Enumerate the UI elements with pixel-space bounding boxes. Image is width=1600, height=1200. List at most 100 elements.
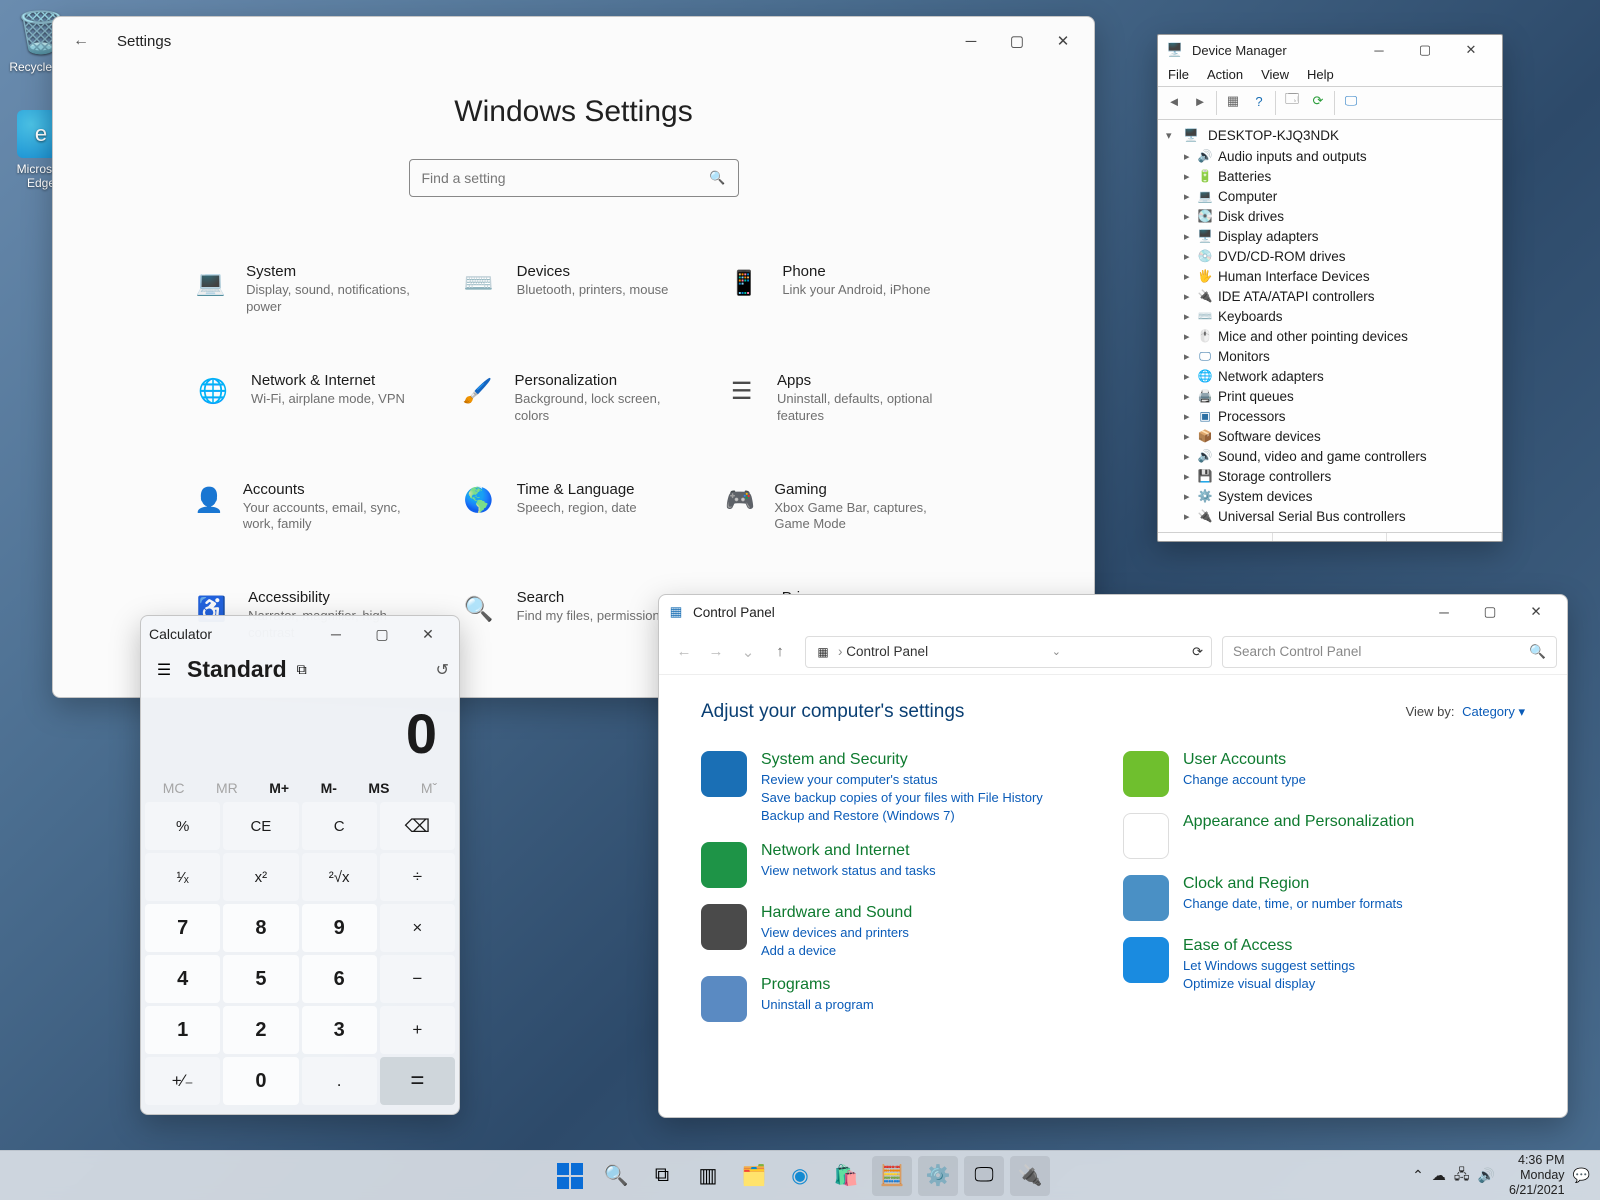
key-0[interactable]: 0 (223, 1057, 298, 1105)
tree-node[interactable]: ▸🖥️Display adapters (1166, 226, 1494, 246)
tray-overflow-button[interactable]: ⌃ (1412, 1167, 1424, 1184)
tree-node[interactable]: ▸🖨️Print queues (1166, 386, 1494, 406)
tree-node[interactable]: ▸⚙️System devices (1166, 486, 1494, 506)
maximize-button[interactable]: ▢ (1402, 34, 1448, 66)
settings-category-accounts[interactable]: 👤AccountsYour accounts, email, sync, wor… (193, 481, 423, 534)
key-×[interactable]: × (380, 904, 455, 952)
tree-node[interactable]: ▸💿DVD/CD-ROM drives (1166, 246, 1494, 266)
close-button[interactable]: ✕ (1513, 596, 1559, 628)
back-button[interactable]: ← (63, 23, 99, 59)
calculator-taskbar-button[interactable]: 🧮 (872, 1156, 912, 1196)
key-6[interactable]: 6 (302, 955, 377, 1003)
cpl-category-title[interactable]: System and Security (761, 751, 1043, 769)
start-button[interactable] (550, 1156, 590, 1196)
maximize-button[interactable]: ▢ (359, 618, 405, 650)
maximize-button[interactable]: ▢ (1467, 596, 1513, 628)
memory-ms[interactable]: MS (368, 780, 389, 796)
key-9[interactable]: 9 (302, 904, 377, 952)
settings-category-gaming[interactable]: 🎮GamingXbox Game Bar, captures, Game Mod… (724, 481, 954, 534)
close-button[interactable]: ✕ (1040, 25, 1086, 57)
nav-up-button[interactable]: ↑ (765, 637, 795, 667)
key-=[interactable]: = (380, 1057, 455, 1105)
tree-node[interactable]: ▸🖱️Mice and other pointing devices (1166, 326, 1494, 346)
search-input[interactable]: Find a setting 🔍 (409, 159, 739, 197)
toolbar-forward[interactable]: ► (1188, 89, 1212, 113)
notifications-button[interactable]: 💬 (1573, 1167, 1590, 1184)
menu-button[interactable]: ☰ (151, 660, 177, 680)
settings-category-system[interactable]: 💻SystemDisplay, sound, notifications, po… (193, 263, 423, 316)
nav-recent-button[interactable]: ⌄ (733, 637, 763, 667)
menu-help[interactable]: Help (1307, 67, 1334, 82)
settings-category-search[interactable]: 🔍SearchFind my files, permissions (459, 589, 689, 642)
minimize-button[interactable]: ─ (948, 25, 994, 57)
cpl-link[interactable]: Backup and Restore (Windows 7) (761, 807, 1043, 825)
edge-button[interactable]: ◉ (780, 1156, 820, 1196)
key-8[interactable]: 8 (223, 904, 298, 952)
tree-node[interactable]: ▸💽Disk drives (1166, 206, 1494, 226)
menu-action[interactable]: Action (1207, 67, 1243, 82)
key-2[interactable]: 2 (223, 1006, 298, 1054)
close-button[interactable]: ✕ (1448, 34, 1494, 66)
key-x²[interactable]: x² (223, 853, 298, 901)
tree-node[interactable]: ▸🌐Network adapters (1166, 366, 1494, 386)
cpl-category-title[interactable]: Programs (761, 976, 874, 994)
minimize-button[interactable]: ─ (1421, 596, 1467, 628)
settings-category-phone[interactable]: 📱PhoneLink your Android, iPhone (724, 263, 954, 316)
key-5[interactable]: 5 (223, 955, 298, 1003)
close-button[interactable]: ✕ (405, 618, 451, 650)
key-3[interactable]: 3 (302, 1006, 377, 1054)
toolbar-help[interactable]: ? (1247, 89, 1271, 113)
volume-icon[interactable]: 🔊 (1478, 1167, 1495, 1184)
key-7[interactable]: 7 (145, 904, 220, 952)
menu-view[interactable]: View (1261, 67, 1289, 82)
nav-back-button[interactable]: ← (669, 637, 699, 667)
toolbar-back[interactable]: ◄ (1162, 89, 1186, 113)
minimize-button[interactable]: ─ (313, 618, 359, 650)
taskbar-search-button[interactable]: 🔍 (596, 1156, 636, 1196)
settings-category-apps[interactable]: ☰AppsUninstall, defaults, optional featu… (724, 372, 954, 425)
key-÷[interactable]: ÷ (380, 853, 455, 901)
file-explorer-button[interactable]: 🗂️ (734, 1156, 774, 1196)
cpl-link[interactable]: Let Windows suggest settings (1183, 957, 1355, 975)
titlebar[interactable]: 🖥️ Device Manager ─ ▢ ✕ (1158, 35, 1502, 65)
view-by-dropdown[interactable]: Category ▾ (1462, 704, 1525, 719)
toolbar-add[interactable]: ⟳ (1306, 89, 1330, 113)
cpl-link[interactable]: View devices and printers (761, 924, 912, 942)
cpl-category-title[interactable]: Network and Internet (761, 842, 936, 860)
titlebar[interactable]: ← Settings ─ ▢ ✕ (53, 17, 1094, 65)
store-button[interactable]: 🛍️ (826, 1156, 866, 1196)
toolbar-monitor[interactable]: 🖵 (1339, 89, 1363, 113)
toolbar-show-hide[interactable]: ▦ (1221, 89, 1245, 113)
tree-node[interactable]: ▸🔋Batteries (1166, 166, 1494, 186)
key-CE[interactable]: CE (223, 802, 298, 850)
tree-node[interactable]: ▸📦Software devices (1166, 426, 1494, 446)
titlebar[interactable]: ▦ Control Panel ─ ▢ ✕ (659, 595, 1567, 629)
settings-category-devices[interactable]: ⌨️DevicesBluetooth, printers, mouse (459, 263, 689, 316)
menu-file[interactable]: File (1168, 67, 1189, 82)
widgets-button[interactable]: ▥ (688, 1156, 728, 1196)
tree-root[interactable]: ▾ 🖥️ DESKTOP-KJQ3NDK (1166, 126, 1494, 144)
cpl-link[interactable]: Save backup copies of your files with Fi… (761, 789, 1043, 807)
task-view-button[interactable]: ⧉ (642, 1156, 682, 1196)
device-manager-taskbar-button[interactable]: 🔌 (1010, 1156, 1050, 1196)
key-1[interactable]: 1 (145, 1006, 220, 1054)
key-⌫[interactable]: ⌫ (380, 802, 455, 850)
tree-node[interactable]: ▸💾Storage controllers (1166, 466, 1494, 486)
key-%[interactable]: % (145, 802, 220, 850)
cpl-link[interactable]: Review your computer's status (761, 771, 1043, 789)
memory-m+[interactable]: M+ (269, 780, 289, 796)
key-.[interactable]: . (302, 1057, 377, 1105)
settings-taskbar-button[interactable]: ⚙️ (918, 1156, 958, 1196)
memory-m-[interactable]: M- (321, 780, 337, 796)
address-bar[interactable]: ▦ › Control Panel ⌄ ⟳ (805, 636, 1212, 668)
cpl-link[interactable]: Add a device (761, 942, 912, 960)
memory-mˇ[interactable]: Mˇ (421, 780, 437, 796)
tree-node[interactable]: ▸⌨️Keyboards (1166, 306, 1494, 326)
tree-node[interactable]: ▸🖐️Human Interface Devices (1166, 266, 1494, 286)
onedrive-icon[interactable]: ☁ (1432, 1167, 1446, 1184)
key-C[interactable]: C (302, 802, 377, 850)
titlebar[interactable]: Calculator ─ ▢ ✕ (141, 616, 459, 652)
cpl-category-title[interactable]: Clock and Region (1183, 875, 1403, 893)
tree-node[interactable]: ▸💻Computer (1166, 186, 1494, 206)
tree-node[interactable]: ▸🔌Universal Serial Bus controllers (1166, 506, 1494, 526)
